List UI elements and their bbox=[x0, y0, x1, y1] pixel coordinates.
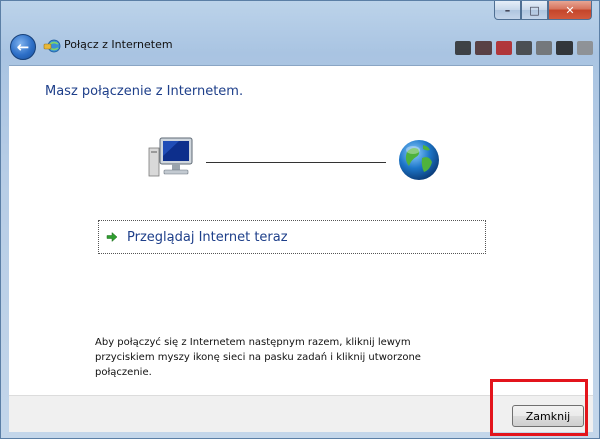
browse-internet-label: Przeglądaj Internet teraz bbox=[127, 229, 288, 245]
minimize-button[interactable]: – bbox=[494, 1, 521, 20]
caption-buttons: – □ ✕ bbox=[494, 1, 592, 21]
page-heading: Masz połączenie z Internetem. bbox=[45, 84, 244, 99]
background-decoration bbox=[449, 35, 599, 61]
globe-icon bbox=[399, 140, 439, 180]
info-text: Aby połączyć się z Internetem następnym … bbox=[95, 337, 421, 378]
back-button[interactable]: ← bbox=[10, 34, 36, 60]
footer-bar: Zamknij bbox=[9, 395, 593, 432]
network-connection-icon bbox=[43, 39, 61, 53]
computer-icon bbox=[148, 137, 193, 177]
browse-internet-link[interactable]: Przeglądaj Internet teraz bbox=[98, 220, 486, 254]
close-window-button[interactable]: ✕ bbox=[548, 1, 592, 20]
maximize-button[interactable]: □ bbox=[521, 1, 548, 20]
window-frame: – □ ✕ ← Połącz z Internetem Masz połącze… bbox=[0, 0, 600, 439]
content-area: Masz połączenie z Internetem. Przeglądaj… bbox=[9, 65, 593, 395]
connection-line bbox=[206, 162, 386, 163]
green-arrow-icon bbox=[105, 230, 119, 244]
close-button[interactable]: Zamknij bbox=[512, 405, 584, 427]
back-arrow-icon: ← bbox=[16, 38, 30, 56]
window-title: Połącz z Internetem bbox=[64, 38, 173, 51]
